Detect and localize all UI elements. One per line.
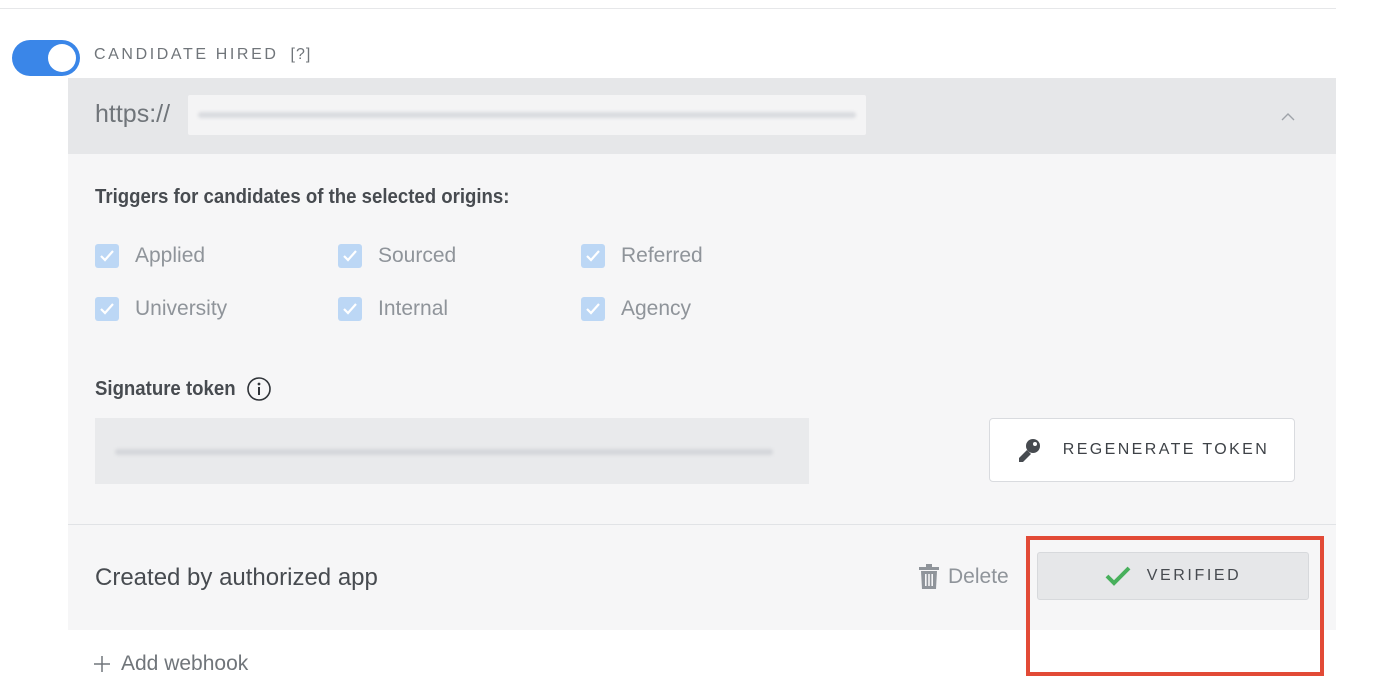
key-icon [1018,439,1040,462]
signature-token-field[interactable] [95,418,809,484]
checkbox-checked[interactable] [95,244,119,268]
event-title-label: CANDIDATE HIRED [94,46,279,63]
webhook-url-bar[interactable]: https:// [68,78,1336,154]
checkbox-checked[interactable] [581,297,605,321]
delete-label: Delete [948,565,1009,588]
origin-checkbox-referred[interactable]: Referred [581,242,703,270]
delete-webhook-link[interactable]: Delete [918,564,1009,590]
origin-checkbox-internal[interactable]: Internal [338,295,448,323]
check-icon [586,303,600,315]
signature-heading-label: Signature token [95,377,236,400]
url-value-redacted [188,95,866,135]
webhook-event-title: CANDIDATE HIRED [?] [94,46,311,64]
check-icon [343,303,357,315]
highlight-annotation-box [1026,536,1324,676]
origin-label: Agency [621,297,692,320]
signature-token-heading: Signature token [95,376,272,402]
checkbox-checked[interactable] [581,244,605,268]
check-icon [100,303,114,315]
check-icon [343,250,357,262]
toggle-knob [48,44,76,72]
origin-checkbox-university[interactable]: University [95,295,227,323]
origin-checkbox-agency[interactable]: Agency [581,295,691,323]
origin-label: Applied [135,244,206,267]
trash-icon [919,564,939,589]
chevron-up-icon[interactable] [1279,108,1297,126]
add-webhook-label: Add webhook [121,652,249,675]
origin-label: University [135,297,228,320]
created-by-text: Created by authorized app [95,564,378,591]
check-icon [100,250,114,262]
checkbox-checked[interactable] [338,297,362,321]
info-icon[interactable] [246,376,272,402]
origin-label: Sourced [378,244,457,267]
checkbox-checked[interactable] [338,244,362,268]
plus-icon [94,656,110,672]
url-prefix: https:// [95,100,171,128]
regenerate-token-label: REGENERATE TOKEN [1062,441,1270,458]
origin-checkbox-applied[interactable]: Applied [95,242,205,270]
origin-checkbox-sourced[interactable]: Sourced [338,242,456,270]
webhook-enabled-toggle[interactable] [12,40,80,76]
checkbox-checked[interactable] [95,297,119,321]
help-link[interactable]: [?] [291,46,312,63]
origin-label: Referred [621,244,703,267]
origin-label: Internal [378,297,449,320]
regenerate-token-button[interactable]: REGENERATE TOKEN [989,418,1295,482]
webhook-settings-page: CANDIDATE HIRED [?] https:// Triggers for… [0,0,1394,694]
top-divider [0,8,1336,9]
card-divider [68,524,1336,525]
triggers-heading: Triggers for candidates of the selected … [95,186,510,208]
check-icon [586,250,600,262]
add-webhook-link[interactable]: Add webhook [94,652,248,676]
